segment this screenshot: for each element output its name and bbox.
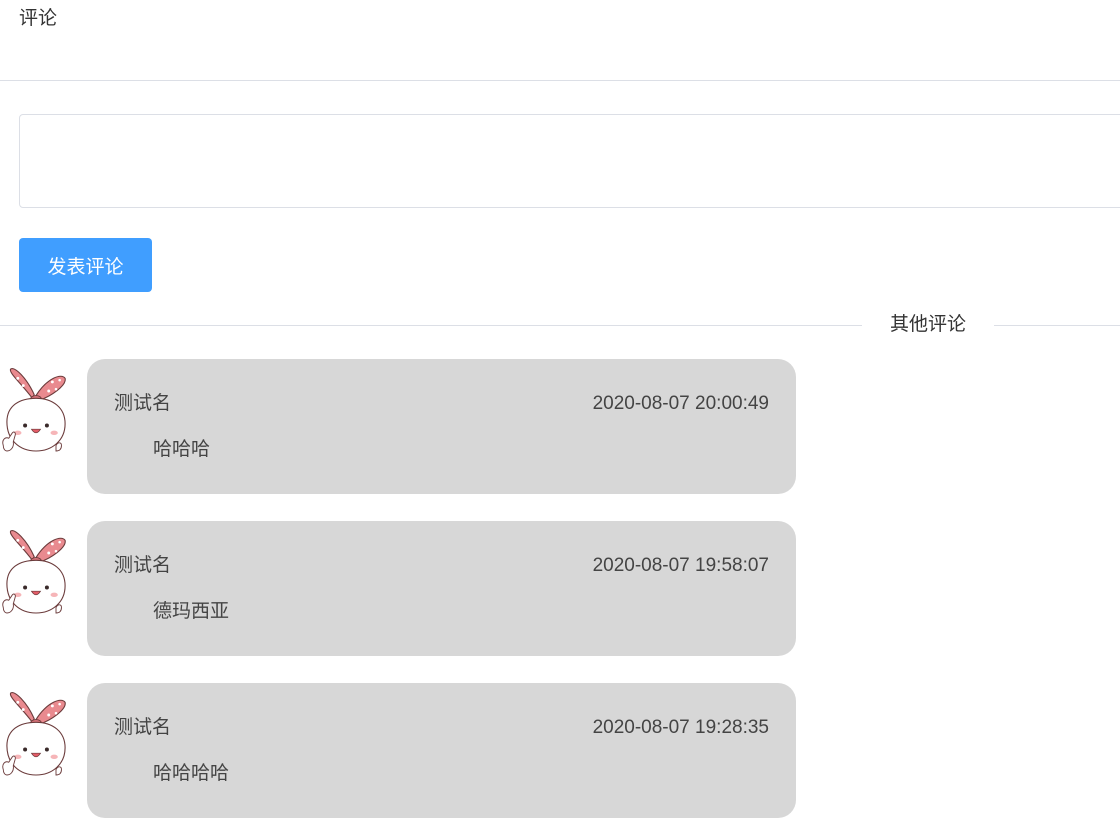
section-divider-left <box>0 325 862 326</box>
comment-bubble: 测试名 2020-08-07 19:28:35 哈哈哈哈 <box>87 683 796 818</box>
avatar-icon[interactable] <box>0 519 76 627</box>
comment-input[interactable] <box>19 114 1120 208</box>
section-divider-right <box>994 325 1120 326</box>
comment-author: 测试名 <box>114 393 172 414</box>
comment-author: 测试名 <box>114 555 172 576</box>
comment-time: 2020-08-07 19:58:07 <box>592 555 769 576</box>
comment-time: 2020-08-07 19:28:35 <box>592 717 769 738</box>
comment-content: 哈哈哈哈 <box>153 763 230 784</box>
comment-item: 测试名 2020-08-07 19:28:35 哈哈哈哈 <box>0 683 800 819</box>
comment-content: 哈哈哈 <box>153 439 211 460</box>
avatar-icon[interactable] <box>0 681 76 789</box>
comment-time: 2020-08-07 20:00:49 <box>592 393 769 414</box>
header-divider <box>0 80 1120 81</box>
page-title: 评论 <box>19 8 58 29</box>
comment-content: 德玛西亚 <box>153 601 230 622</box>
comment-bubble: 测试名 2020-08-07 19:58:07 德玛西亚 <box>87 521 796 656</box>
submit-comment-button[interactable]: 发表评论 <box>19 238 152 292</box>
comment-bubble: 测试名 2020-08-07 20:00:49 哈哈哈 <box>87 359 796 494</box>
section-title: 其他评论 <box>889 314 966 335</box>
avatar-icon[interactable] <box>0 357 76 465</box>
comment-author: 测试名 <box>114 717 172 738</box>
comment-item: 测试名 2020-08-07 19:58:07 德玛西亚 <box>0 521 800 657</box>
comment-item: 测试名 2020-08-07 20:00:49 哈哈哈 <box>0 359 800 495</box>
